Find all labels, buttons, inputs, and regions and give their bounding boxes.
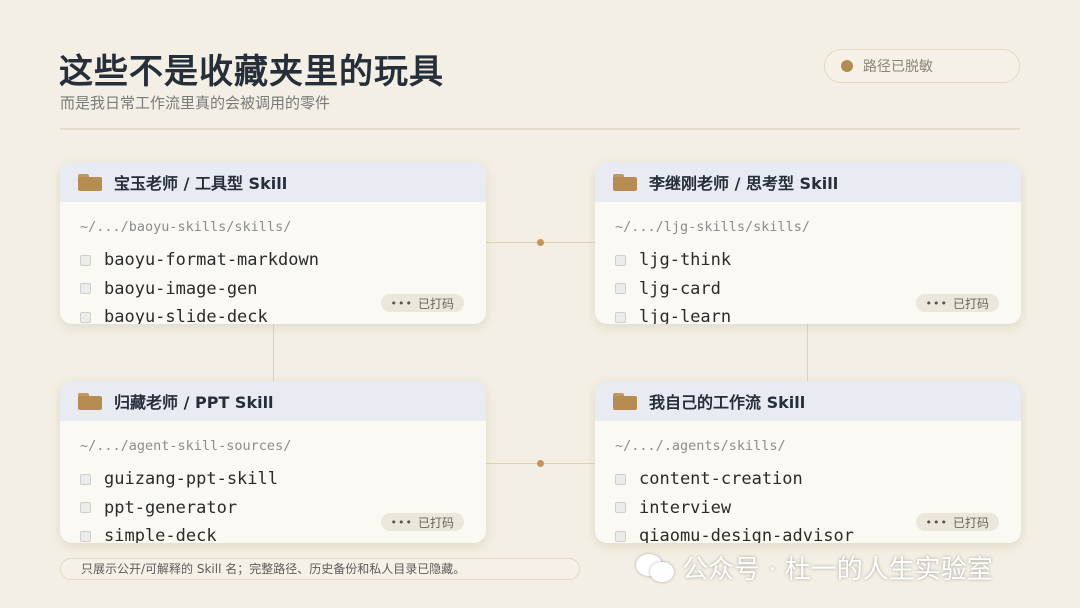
skill-card-ljg: 李继刚老师 / 思考型 Skill ~/.../ljg-skills/skill… bbox=[595, 162, 1021, 324]
folder-icon bbox=[78, 173, 102, 191]
skill-card-guizang: 归藏老师 / PPT Skill ~/.../agent-skill-sourc… bbox=[60, 381, 486, 543]
skill-card-own: 我自己的工作流 Skill ~/.../.agents/skills/ cont… bbox=[595, 381, 1021, 543]
card-path: ~/.../baoyu-skills/skills/ bbox=[80, 219, 292, 235]
more-dots-icon: ••• bbox=[925, 296, 948, 310]
checkbox[interactable] bbox=[615, 254, 626, 266]
status-pill: 路径已脱敏 bbox=[824, 49, 1020, 83]
more-dots-icon: ••• bbox=[925, 515, 948, 529]
masked-badge: ••• 已打码 bbox=[380, 513, 464, 531]
folder-icon bbox=[613, 392, 637, 410]
checkbox[interactable] bbox=[80, 502, 91, 514]
card-header: 我自己的工作流 Skill bbox=[595, 381, 1021, 421]
connector-left bbox=[273, 324, 274, 381]
card-title: 归藏老师 / PPT Skill bbox=[114, 393, 274, 412]
skill-name: baoyu-format-markdown bbox=[104, 250, 319, 271]
checkbox[interactable] bbox=[80, 254, 91, 266]
card-header: 李继刚老师 / 思考型 Skill bbox=[595, 162, 1021, 202]
more-dots-icon: ••• bbox=[390, 296, 413, 310]
card-header: 归藏老师 / PPT Skill bbox=[60, 381, 486, 421]
folder-icon bbox=[78, 392, 102, 410]
masked-badge: ••• 已打码 bbox=[380, 294, 464, 312]
list-item: ljg-card bbox=[615, 275, 731, 304]
skill-name: interview bbox=[639, 497, 732, 518]
page-title: 这些不是收藏夹里的玩具 bbox=[59, 52, 444, 92]
skill-name: qiaomu-design-advisor bbox=[639, 526, 854, 543]
status-dot-icon bbox=[841, 60, 853, 72]
masked-badge-label: 已打码 bbox=[952, 296, 989, 311]
checkbox[interactable] bbox=[615, 473, 626, 485]
checkbox[interactable] bbox=[615, 283, 626, 295]
list-item: baoyu-slide-deck bbox=[80, 303, 319, 324]
folder-icon bbox=[613, 173, 637, 191]
list-item: ljg-learn bbox=[615, 303, 731, 324]
skill-name: simple-deck bbox=[104, 526, 217, 543]
page-subtitle: 而是我日常工作流里真的会被调用的零件 bbox=[60, 94, 331, 112]
watermark: 公众号 · 杜一的人生实验室 bbox=[636, 549, 993, 586]
skill-list: baoyu-format-markdown baoyu-image-gen ba… bbox=[80, 246, 319, 324]
skill-list: guizang-ppt-skill ppt-generator simple-d… bbox=[80, 465, 278, 543]
wechat-icon bbox=[636, 552, 676, 584]
skill-name: baoyu-image-gen bbox=[104, 278, 258, 299]
skill-name: ppt-generator bbox=[104, 497, 238, 518]
checkbox[interactable] bbox=[80, 530, 91, 542]
list-item: simple-deck bbox=[80, 522, 278, 543]
checkbox[interactable] bbox=[80, 283, 91, 295]
connector-top-dot bbox=[537, 239, 544, 246]
masked-badge-label: 已打码 bbox=[417, 515, 454, 530]
watermark-text: 公众号 · 杜一的人生实验室 bbox=[682, 555, 993, 585]
masked-badge-label: 已打码 bbox=[952, 515, 989, 530]
masked-badge-label: 已打码 bbox=[417, 296, 454, 311]
card-header: 宝玉老师 / 工具型 Skill bbox=[60, 162, 486, 202]
more-dots-icon: ••• bbox=[390, 515, 413, 529]
list-item: ppt-generator bbox=[80, 494, 278, 523]
masked-badge: ••• 已打码 bbox=[915, 294, 999, 312]
list-item: ljg-think bbox=[615, 246, 731, 275]
skill-name: ljg-card bbox=[639, 278, 721, 299]
footnote: 只展示公开/可解释的 Skill 名；完整路径、历史备份和私人目录已隐藏。 bbox=[60, 558, 580, 580]
header-divider bbox=[60, 128, 1020, 130]
list-item: interview bbox=[615, 494, 854, 523]
card-path: ~/.../agent-skill-sources/ bbox=[80, 438, 292, 454]
skill-name: guizang-ppt-skill bbox=[104, 469, 278, 490]
checkbox[interactable] bbox=[615, 502, 626, 514]
card-title: 宝玉老师 / 工具型 Skill bbox=[114, 174, 288, 193]
skill-name: ljg-learn bbox=[639, 307, 732, 324]
checkbox[interactable] bbox=[615, 311, 626, 323]
list-item: baoyu-format-markdown bbox=[80, 246, 319, 275]
skill-list: ljg-think ljg-card ljg-learn bbox=[615, 246, 731, 324]
masked-badge: ••• 已打码 bbox=[915, 513, 999, 531]
card-title: 我自己的工作流 Skill bbox=[649, 393, 806, 412]
card-path: ~/.../.agents/skills/ bbox=[615, 438, 786, 454]
connector-right bbox=[807, 324, 808, 381]
list-item: baoyu-image-gen bbox=[80, 275, 319, 304]
skill-card-baoyu: 宝玉老师 / 工具型 Skill ~/.../baoyu-skills/skil… bbox=[60, 162, 486, 324]
checkbox[interactable] bbox=[80, 311, 91, 323]
list-item: qiaomu-design-advisor bbox=[615, 522, 854, 543]
card-path: ~/.../ljg-skills/skills/ bbox=[615, 219, 811, 235]
checkbox[interactable] bbox=[80, 473, 91, 485]
card-title: 李继刚老师 / 思考型 Skill bbox=[649, 174, 839, 193]
skill-name: content-creation bbox=[639, 469, 803, 490]
skill-list: content-creation interview qiaomu-design… bbox=[615, 465, 854, 543]
connector-bottom-dot bbox=[537, 460, 544, 467]
status-pill-label: 路径已脱敏 bbox=[863, 59, 933, 75]
checkbox[interactable] bbox=[615, 530, 626, 542]
list-item: guizang-ppt-skill bbox=[80, 465, 278, 494]
skill-name: ljg-think bbox=[639, 250, 732, 271]
skill-name: baoyu-slide-deck bbox=[104, 307, 268, 324]
list-item: content-creation bbox=[615, 465, 854, 494]
